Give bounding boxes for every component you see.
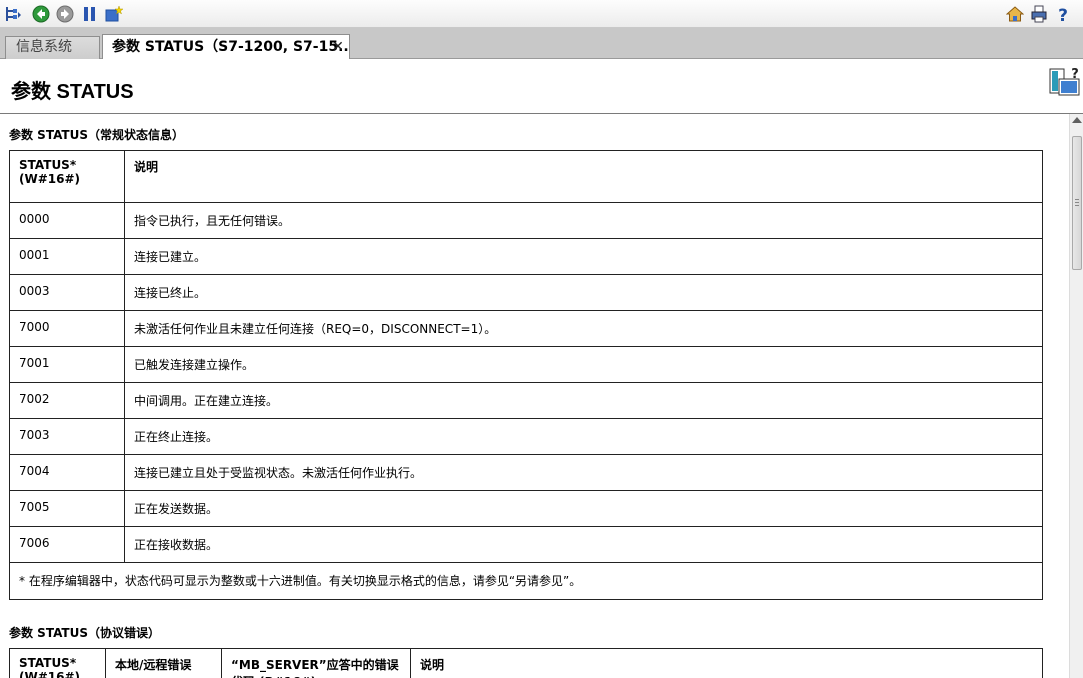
status-code: 0000	[9, 202, 125, 239]
table-row: 7005 正在发送数据。	[9, 490, 1043, 527]
table-footnote-row: * 在程序编辑器中，状态代码可显示为整数或十六进制值。有关切换显示格式的信息，请…	[9, 562, 1043, 600]
section-title-general-status: 参数 STATUS（常规状态信息）	[9, 128, 185, 142]
status-table-general: STATUS* (W#16#) 说明 0000 指令已执行，且无任何错误。 00…	[9, 150, 1043, 600]
scroll-up-arrow-icon[interactable]	[1072, 117, 1082, 123]
tab-strip: 信息系统 参数 STATUS（S7-1200, S7-15... ✕	[0, 28, 1083, 59]
tab-status-parameter[interactable]: 参数 STATUS（S7-1200, S7-15... ✕	[102, 34, 350, 59]
status-description: 中间调用。正在建立连接。	[124, 382, 1043, 419]
tab-label: 参数 STATUS（S7-1200, S7-15...	[112, 39, 350, 55]
status-description: 正在接收数据。	[124, 526, 1043, 563]
vertical-scrollbar[interactable]	[1069, 114, 1083, 678]
column-header-status: STATUS* (W#16#)	[9, 648, 106, 678]
status-code: 7006	[9, 526, 125, 563]
column-header-local-remote-error: 本地/远程错误	[105, 648, 222, 678]
column-header-description: 说明	[124, 150, 1043, 203]
close-icon[interactable]: ✕	[331, 40, 345, 54]
column-header-description: 说明	[410, 648, 1043, 678]
bookmark-icon[interactable]	[80, 4, 100, 24]
table-row: 7002 中间调用。正在建立连接。	[9, 382, 1043, 419]
table-row: 0003 连接已终止。	[9, 274, 1043, 311]
content-area: 参数 STATUS（常规状态信息） STATUS* (W#16#) 说明 000…	[0, 114, 1069, 678]
table-row: 7000 未激活任何作业且未建立任何连接（REQ=0，DISCONNECT=1）…	[9, 310, 1043, 347]
help-icon[interactable]: ?	[1053, 4, 1073, 24]
back-icon[interactable]	[31, 4, 51, 24]
column-header-mb-server-error-code: “MB_SERVER”应答中的错误代码 (B#16#)	[221, 648, 411, 678]
status-description: 正在终止连接。	[124, 418, 1043, 455]
home-icon[interactable]	[1005, 4, 1025, 24]
status-description: 连接已建立。	[124, 238, 1043, 275]
page-title: 参数 STATUS	[11, 81, 134, 103]
table-row: 7004 连接已建立且处于受监视状态。未激活任何作业执行。	[9, 454, 1043, 491]
table-row: 7001 已触发连接建立操作。	[9, 346, 1043, 383]
status-description: 连接已终止。	[124, 274, 1043, 311]
toolbar: ?	[0, 0, 1083, 28]
print-icon[interactable]	[1029, 4, 1049, 24]
status-description: 连接已建立且处于受监视状态。未激活任何作业执行。	[124, 454, 1043, 491]
status-code: 7003	[9, 418, 125, 455]
status-code: 0001	[9, 238, 125, 275]
scroll-thumb[interactable]	[1072, 136, 1082, 270]
status-code: 7005	[9, 490, 125, 527]
table-header-row: STATUS* (W#16#) 本地/远程错误 “MB_SERVER”应答中的错…	[9, 648, 1043, 678]
table-row: 0001 连接已建立。	[9, 238, 1043, 275]
status-code: 7001	[9, 346, 125, 383]
status-description: 指令已执行，且无任何错误。	[124, 202, 1043, 239]
table-row: 7006 正在接收数据。	[9, 526, 1043, 563]
tree-sync-icon[interactable]	[3, 4, 23, 24]
section-title-protocol-errors: 参数 STATUS（协议错误）	[9, 626, 161, 640]
table-header-row: STATUS* (W#16#) 说明	[9, 150, 1043, 203]
column-header-status: STATUS* (W#16#)	[9, 150, 125, 203]
status-code: 7004	[9, 454, 125, 491]
status-description: 未激活任何作业且未建立任何连接（REQ=0，DISCONNECT=1）。	[124, 310, 1043, 347]
status-code: 7002	[9, 382, 125, 419]
table-row: 0000 指令已执行，且无任何错误。	[9, 202, 1043, 239]
table-row: 7003 正在终止连接。	[9, 418, 1043, 455]
status-code: 0003	[9, 274, 125, 311]
status-code: 7000	[9, 310, 125, 347]
page-header: 参数 STATUS ?	[0, 59, 1083, 114]
svg-text:?: ?	[1058, 6, 1068, 23]
tab-label: 信息系统	[16, 39, 72, 55]
svg-text:?: ?	[1071, 67, 1079, 82]
new-item-icon[interactable]	[104, 4, 124, 24]
forward-icon[interactable]	[55, 4, 75, 24]
status-description: 正在发送数据。	[124, 490, 1043, 527]
table-footnote: * 在程序编辑器中，状态代码可显示为整数或十六进制值。有关切换显示格式的信息，请…	[9, 562, 1043, 600]
help-panel-toggle-icon[interactable]: ?	[1049, 67, 1081, 97]
status-description: 已触发连接建立操作。	[124, 346, 1043, 383]
tab-info-system[interactable]: 信息系统	[5, 36, 100, 59]
status-table-protocol-errors: STATUS* (W#16#) 本地/远程错误 “MB_SERVER”应答中的错…	[9, 648, 1043, 678]
